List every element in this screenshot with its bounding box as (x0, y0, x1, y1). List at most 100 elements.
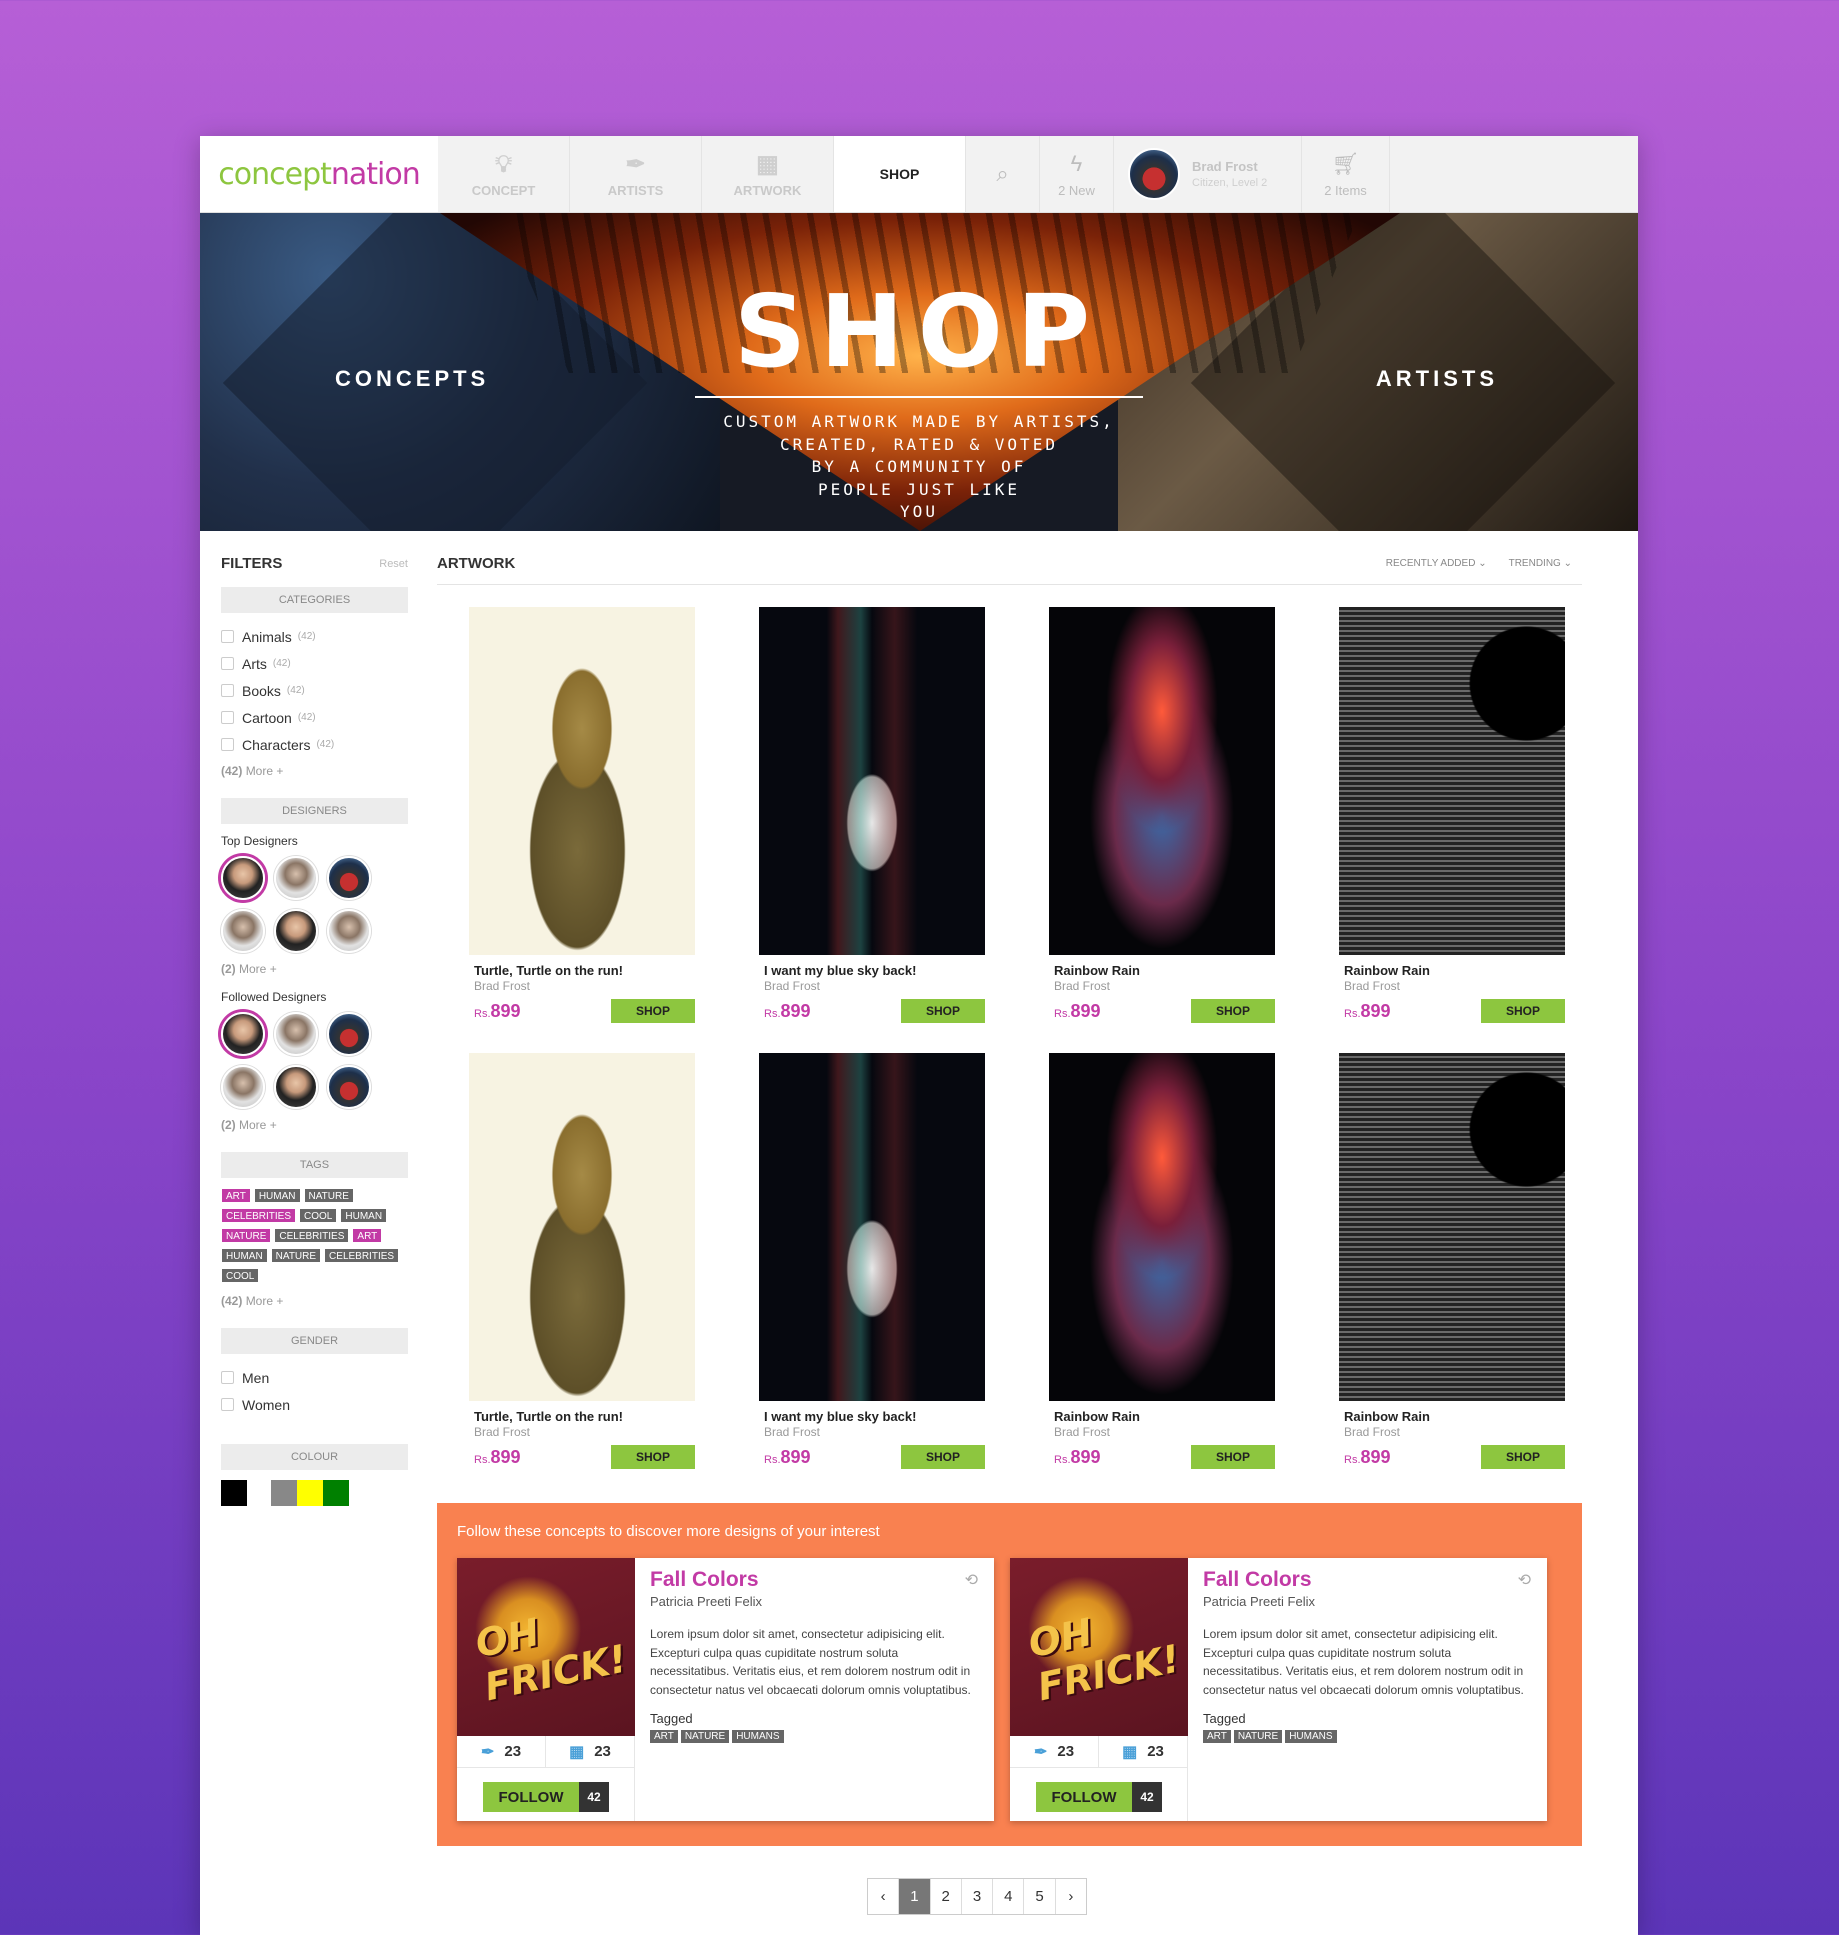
category-books[interactable]: Books (42) (221, 677, 408, 704)
colour-header[interactable]: COLOUR (221, 1444, 408, 1470)
refresh-icon[interactable]: ⟲ (1518, 1570, 1531, 1590)
checkbox[interactable] (221, 711, 234, 724)
concept-title[interactable]: Fall Colors (1203, 1568, 1533, 1592)
artwork-artist[interactable]: Brad Frost (759, 1425, 985, 1439)
tag-chip[interactable]: HUMAN (253, 1188, 301, 1203)
shop-button[interactable]: SHOP (611, 1445, 695, 1469)
artwork-image[interactable] (759, 607, 985, 955)
colour-swatch-gray[interactable] (271, 1480, 297, 1506)
tag-chip[interactable]: ART (221, 1188, 251, 1203)
tag-chip[interactable]: ART (352, 1228, 383, 1243)
artwork-image[interactable] (1049, 1053, 1275, 1401)
artwork-card[interactable]: I want my blue sky back! Brad Frost Rs.899… (759, 607, 985, 1023)
colour-swatch-black[interactable] (221, 1480, 247, 1506)
concept-title[interactable]: Fall Colors (650, 1568, 980, 1592)
tags-more-link[interactable]: (42) More + (221, 1294, 408, 1308)
gender-men[interactable]: Men (221, 1364, 408, 1391)
prev-page-button[interactable]: ‹ (868, 1879, 900, 1914)
tag-chip[interactable]: ART (650, 1730, 678, 1743)
page-button[interactable]: 4 (993, 1879, 1025, 1914)
artwork-name[interactable]: Rainbow Rain (1339, 963, 1565, 978)
shop-button[interactable]: SHOP (1191, 1445, 1275, 1469)
categories-more-link[interactable]: (42) More + (221, 764, 408, 778)
colour-swatch-white[interactable] (247, 1480, 271, 1506)
concept-author[interactable]: Patricia Preeti Felix (650, 1594, 980, 1609)
tag-chip[interactable]: COOL (221, 1268, 260, 1283)
artwork-card[interactable]: I want my blue sky back! Brad Frost Rs.899… (759, 1053, 985, 1469)
artwork-card[interactable]: Rainbow Rain Brad Frost Rs.899 SHOP (1339, 607, 1565, 1023)
follow-button[interactable]: FOLLOW 42 (1036, 1782, 1162, 1812)
checkbox[interactable] (221, 630, 234, 643)
tag-chip[interactable]: HUMAN (221, 1248, 268, 1263)
page-button[interactable]: 3 (962, 1879, 994, 1914)
shop-button[interactable]: SHOP (1191, 999, 1275, 1023)
designer-avatar[interactable] (274, 909, 318, 953)
tag-chip[interactable]: HUMANS (732, 1730, 784, 1743)
categories-header[interactable]: CATEGORIES (221, 587, 408, 613)
artwork-image[interactable] (1339, 1053, 1565, 1401)
artwork-artist[interactable]: Brad Frost (1049, 1425, 1275, 1439)
page-button[interactable]: 2 (931, 1879, 962, 1914)
tag-chip[interactable]: HUMAN (340, 1208, 388, 1223)
shop-button[interactable]: SHOP (611, 999, 695, 1023)
designer-avatar[interactable] (327, 909, 371, 953)
gender-header[interactable]: GENDER (221, 1328, 408, 1354)
artwork-image[interactable] (759, 1053, 985, 1401)
concept-image[interactable]: OH FRICK! (457, 1558, 635, 1736)
gender-women[interactable]: Women (221, 1391, 408, 1418)
cart-button[interactable]: 🛒︎ 2 Items (1302, 136, 1390, 212)
concept-card[interactable]: OH FRICK! ✒ 23 ▦ 23 FOLLOW 42 ⟲ Fall Colors… (457, 1558, 994, 1821)
designer-avatar[interactable] (221, 1012, 265, 1056)
artwork-card[interactable]: Turtle, Turtle on the run! Brad Frost Rs.8… (469, 607, 695, 1023)
artwork-name[interactable]: I want my blue sky back! (759, 963, 985, 978)
designer-avatar[interactable] (274, 1012, 318, 1056)
checkbox[interactable] (221, 684, 234, 697)
search-button[interactable]: ⌕ (966, 136, 1040, 212)
next-page-button[interactable]: › (1056, 1879, 1086, 1914)
designer-avatar[interactable] (274, 856, 318, 900)
artwork-artist[interactable]: Brad Frost (759, 979, 985, 993)
category-arts[interactable]: Arts (42) (221, 650, 408, 677)
designer-avatar[interactable] (221, 1065, 265, 1109)
nav-concept[interactable]: 💡︎ CONCEPT (438, 136, 570, 212)
page-button[interactable]: 1 (899, 1879, 931, 1914)
artwork-card[interactable]: Rainbow Rain Brad Frost Rs.899 SHOP (1339, 1053, 1565, 1469)
shop-button[interactable]: SHOP (1481, 1445, 1565, 1469)
tag-chip[interactable]: HUMANS (1285, 1730, 1337, 1743)
concept-image[interactable]: OH FRICK! (1010, 1558, 1188, 1736)
nav-shop[interactable]: SHOP (834, 136, 966, 212)
designers-header[interactable]: DESIGNERS (221, 798, 408, 824)
designer-avatar[interactable] (221, 909, 265, 953)
artwork-name[interactable]: Rainbow Rain (1049, 963, 1275, 978)
designer-avatar[interactable] (327, 1012, 371, 1056)
tag-chip[interactable]: NATURE (303, 1188, 354, 1203)
artwork-name[interactable]: Turtle, Turtle on the run! (469, 963, 695, 978)
designer-avatar[interactable] (327, 1065, 371, 1109)
artwork-image[interactable] (469, 1053, 695, 1401)
followed-more-link[interactable]: (2) More + (221, 1118, 408, 1132)
checkbox[interactable] (221, 738, 234, 751)
tags-header[interactable]: TAGS (221, 1152, 408, 1178)
artwork-image[interactable] (1049, 607, 1275, 955)
tag-chip[interactable]: NATURE (270, 1248, 322, 1263)
concept-author[interactable]: Patricia Preeti Felix (1203, 1594, 1533, 1609)
tag-chip[interactable]: CELEBRITIES (274, 1228, 350, 1243)
tag-chip[interactable]: NATURE (680, 1730, 730, 1743)
artwork-image[interactable] (469, 607, 695, 955)
checkbox[interactable] (221, 1398, 234, 1411)
artwork-card[interactable]: Rainbow Rain Brad Frost Rs.899 SHOP (1049, 607, 1275, 1023)
artwork-artist[interactable]: Brad Frost (1049, 979, 1275, 993)
designers-more-link[interactable]: (2) More + (221, 962, 408, 976)
tag-chip[interactable]: NATURE (221, 1228, 272, 1243)
category-characters[interactable]: Characters (42) (221, 731, 408, 758)
artwork-name[interactable]: I want my blue sky back! (759, 1409, 985, 1424)
logo[interactable]: concept nation (200, 136, 438, 212)
tag-chip[interactable]: COOL (299, 1208, 338, 1223)
tag-chip[interactable]: CELEBRITIES (221, 1208, 297, 1223)
concept-card[interactable]: OH FRICK! ✒ 23 ▦ 23 FOLLOW 42 ⟲ Fall Colors… (1010, 1558, 1547, 1821)
shop-button[interactable]: SHOP (901, 1445, 985, 1469)
designer-avatar[interactable] (221, 856, 265, 900)
filters-reset-link[interactable]: Reset (379, 558, 408, 570)
checkbox[interactable] (221, 1371, 234, 1384)
colour-swatch-yellow[interactable] (297, 1480, 323, 1506)
